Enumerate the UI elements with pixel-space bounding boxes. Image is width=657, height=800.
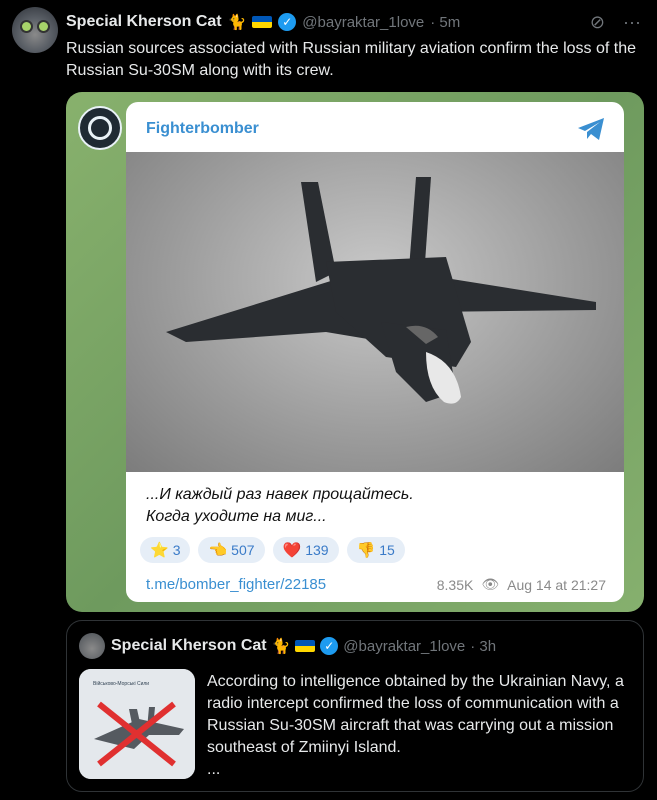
author-name[interactable]: Special Kherson Cat [66, 13, 222, 31]
telegram-icon [578, 118, 604, 140]
reaction-dislike: 👎 15 [346, 537, 405, 563]
author-handle[interactable]: @bayraktar_1love [302, 14, 424, 31]
telegram-post-card: Fighterbomber ...И каждый раз навек прощ… [126, 102, 624, 602]
author-avatar[interactable] [12, 7, 58, 53]
cat-emoji-icon: 🐈 [271, 638, 291, 655]
quoted-author-avatar [79, 633, 105, 659]
quoted-tweet-header: Special Kherson Cat 🐈 ✓ @bayraktar_1love… [111, 637, 496, 655]
caption-line: ...И каждый раз навек прощайтесь. [146, 486, 414, 503]
tweet-actions: ⊘ ··· [590, 12, 641, 33]
ukraine-flag-icon [252, 16, 273, 28]
thumb-label: Військово-Морські Сили [93, 680, 149, 687]
caption-line: Когда уходите на миг... [146, 508, 327, 525]
tweet-header: Special Kherson Cat 🐈 ✓ @bayraktar_1love… [66, 11, 460, 33]
post-meta: 8.35K 👁 Aug 14 at 21:27 [437, 576, 606, 593]
fighter-jet-image [166, 177, 596, 404]
channel-avatar [78, 106, 122, 150]
cat-eye-icon [22, 22, 31, 31]
verified-badge-icon: ✓ [278, 13, 297, 31]
reaction-count: 507 [231, 542, 255, 558]
more-options-icon[interactable]: ··· [623, 12, 641, 33]
eye-icon: 👁 [481, 576, 500, 592]
reaction-count: 3 [172, 542, 181, 558]
star-icon: ⭐ [150, 542, 169, 559]
cat-eye-icon [39, 22, 48, 31]
channel-name: Fighterbomber [146, 120, 259, 137]
heart-icon: ❤️ [282, 542, 302, 559]
ukraine-flag-icon [295, 640, 316, 652]
crossed-jet-image: Військово-Морські Сили [79, 669, 195, 779]
cat-emoji-icon: 🐈 [227, 14, 247, 31]
quoted-text-body: According to intelligence obtained by th… [207, 673, 624, 756]
truncation-ellipsis: ... [207, 761, 221, 778]
quoted-tweet-time: · 3h [470, 637, 497, 655]
pointing-hand-icon: 👈 [208, 542, 228, 559]
quoted-tweet-text: According to intelligence obtained by th… [207, 671, 627, 781]
quoted-media-thumbnail: Військово-Морські Сили [79, 669, 195, 779]
reaction-point: 👈 507 [198, 537, 265, 563]
tweet-text: Russian sources associated with Russian … [66, 40, 637, 79]
reaction-star: ⭐ 3 [140, 537, 191, 563]
jet-photo [126, 152, 624, 472]
reaction-count: 139 [305, 542, 329, 558]
reactions-bar: ⭐ 3 👈 507 ❤️ 139 👎 15 [140, 537, 405, 563]
post-link: t.me/bomber_fighter/22185 [146, 576, 327, 593]
view-count: 8.35K [436, 576, 474, 593]
post-date: Aug 14 at 21:27 [507, 576, 606, 593]
tweet-time[interactable]: · 5m [430, 14, 460, 31]
grok-icon[interactable]: ⊘ [590, 12, 605, 33]
verified-badge-icon: ✓ [320, 637, 339, 655]
quoted-author-name: Special Kherson Cat [111, 637, 267, 654]
reaction-count: 15 [379, 542, 395, 558]
tweet-media-image[interactable]: Fighterbomber ...И каждый раз навек прощ… [66, 92, 644, 612]
quoted-tweet[interactable]: Special Kherson Cat 🐈 ✓ @bayraktar_1love… [66, 620, 644, 792]
reaction-heart: ❤️ 139 [272, 537, 339, 563]
post-caption: ...И каждый раз навек прощайтесь. Когда … [146, 484, 414, 528]
quoted-author-handle: @bayraktar_1love [343, 637, 466, 655]
thumbs-down-icon: 👎 [356, 542, 376, 559]
